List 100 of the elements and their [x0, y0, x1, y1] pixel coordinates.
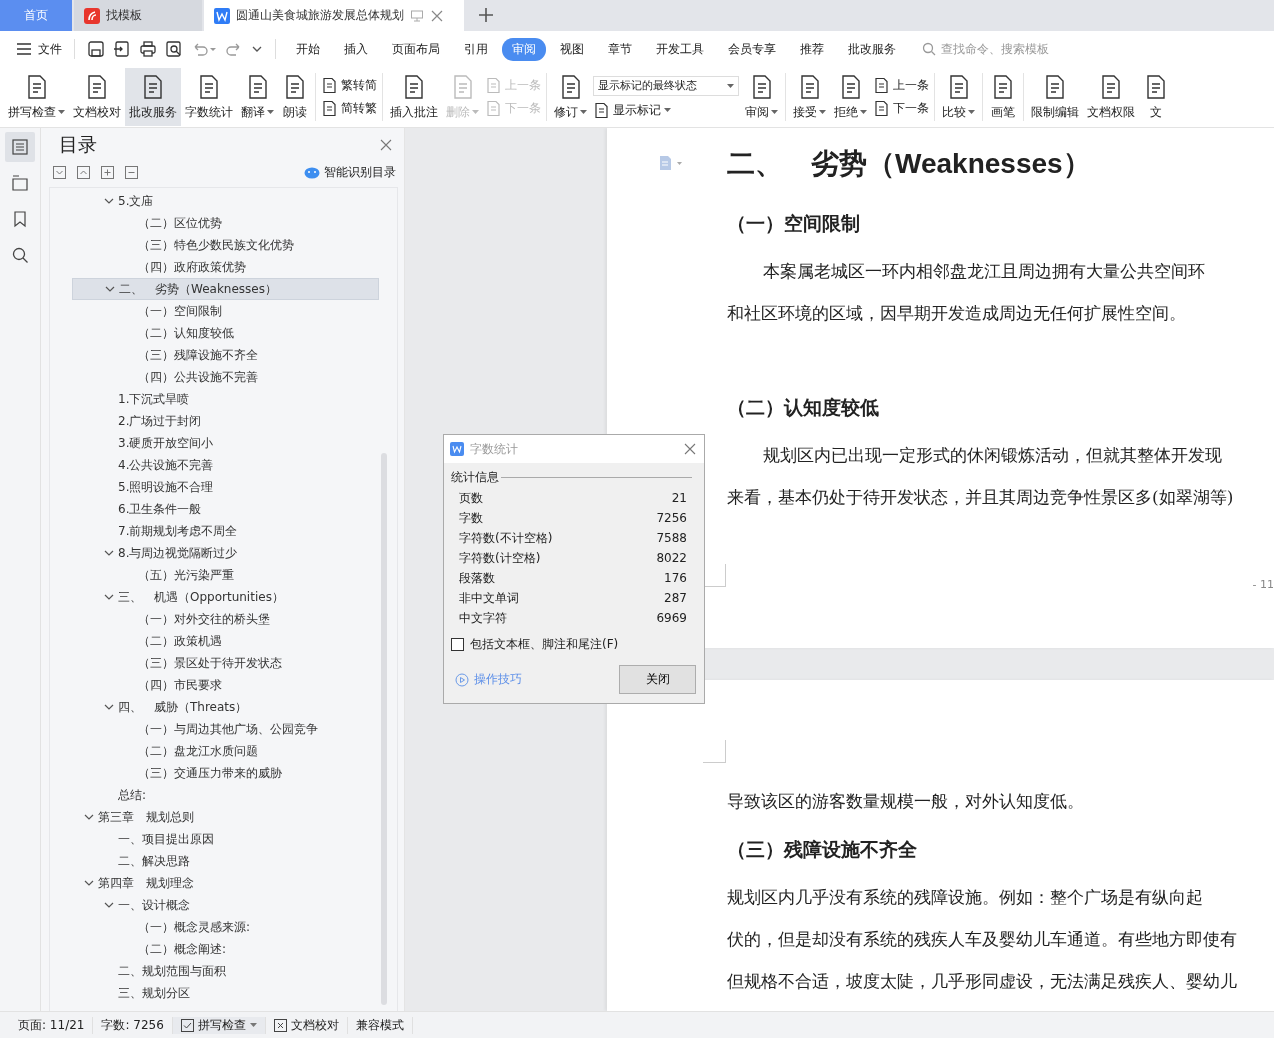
outline-item[interactable]: 5.文庙 [72, 190, 379, 212]
outline-item[interactable]: 三、 机遇（Opportunities） [72, 586, 379, 608]
checkbox-label[interactable]: 包括文本框、脚注和尾注(F) [470, 636, 619, 653]
ribbon-tab[interactable]: 视图 [550, 37, 594, 61]
export-icon[interactable] [113, 40, 131, 58]
outline-item[interactable]: （二）概念阐述: [72, 938, 379, 960]
outline-item[interactable]: 二、解决思路 [72, 850, 379, 872]
ribbon-button[interactable]: 限制编辑 [1027, 68, 1083, 126]
ribbon-button[interactable]: 显示标记 [593, 101, 739, 119]
statistic-value: 8022 [656, 551, 687, 565]
outline-item[interactable]: 2.广场过于封闭 [72, 410, 379, 432]
command-search-field[interactable]: 查找命令、搜索模板 [922, 41, 1093, 57]
ribbon-button[interactable]: 接受 [789, 68, 830, 126]
paragraph-line: 本案属老城区一环内相邻盘龙江且周边拥有大量公共空间环 [762, 260, 1206, 283]
monitor-icon[interactable] [410, 8, 424, 23]
outline-item[interactable]: （三）交通压力带来的威胁 [72, 762, 379, 784]
ribbon-button[interactable]: 翻译 [237, 68, 278, 126]
print-icon[interactable] [139, 40, 157, 58]
spell-check-button[interactable]: 拼写检查 [172, 1016, 266, 1034]
outline-item[interactable]: 二、 劣势（Weaknesses） [72, 278, 379, 300]
ribbon-button[interactable]: 繁转简 [321, 77, 377, 94]
ribbon-button[interactable]: 审阅 [741, 68, 782, 126]
checkbox[interactable] [451, 638, 464, 651]
file-menu-button[interactable]: 文件 [12, 36, 66, 62]
outline-item[interactable]: 第三章 规划总则 [72, 806, 379, 828]
ribbon-tab[interactable]: 批改服务 [838, 37, 906, 61]
outline-item[interactable]: （四）市民要求 [72, 674, 379, 696]
outline-item[interactable]: 总结: [72, 784, 379, 806]
menu-icon [16, 43, 32, 55]
smart-toc-button[interactable]: 智能识别目录 [304, 164, 396, 181]
outline-item[interactable]: 二、规划范围与面积 [72, 960, 379, 982]
outline-item[interactable]: （一）概念灵感来源: [72, 916, 379, 938]
navigation-pane-button[interactable] [5, 132, 35, 162]
ribbon-button[interactable]: 文档权限 [1083, 68, 1139, 126]
outline-item[interactable]: （三）残障设施不齐全 [72, 344, 379, 366]
ribbon-button[interactable]: 拼写检查 [4, 68, 69, 126]
outline-item[interactable]: 8.与周边视觉隔断过少 [72, 542, 379, 564]
ribbon-tab[interactable]: 引用 [454, 37, 498, 61]
outline-item[interactable]: 4.公共设施不完善 [72, 454, 379, 476]
ribbon-button[interactable]: 上一条 [873, 77, 929, 94]
save-icon[interactable] [87, 40, 105, 58]
ribbon-button[interactable]: 文 [1139, 68, 1173, 126]
outline-item[interactable]: 7.前期规划考虑不周全 [72, 520, 379, 542]
ribbon-tab[interactable]: 开始 [286, 37, 330, 61]
outline-item[interactable]: （二）认知度较低 [72, 322, 379, 344]
scrollbar[interactable] [381, 453, 387, 1005]
outline-item[interactable]: 1.下沉式旱喷 [72, 388, 379, 410]
document-tab[interactable]: 圆通山美食城旅游发展总体规划 [204, 0, 464, 31]
close-icon[interactable] [380, 139, 392, 151]
outline-item[interactable]: （一）空间限制 [72, 300, 379, 322]
ribbon-tab[interactable]: 页面布局 [382, 37, 450, 61]
compatibility-mode[interactable]: 兼容模式 [347, 1016, 413, 1034]
ribbon-tab[interactable]: 章节 [598, 37, 642, 61]
outline-item[interactable]: （二）盘龙江水质问题 [72, 740, 379, 762]
outline-item[interactable]: （五）光污染严重 [72, 564, 379, 586]
outline-item[interactable]: （二）政策机遇 [72, 630, 379, 652]
outline-item[interactable]: 6.卫生条件一般 [72, 498, 379, 520]
ribbon-button[interactable]: 修订 [550, 68, 591, 126]
close-icon[interactable] [684, 443, 696, 455]
ribbon-button[interactable]: 拒绝 [830, 68, 871, 126]
ribbon-tab[interactable]: 会员专享 [718, 37, 786, 61]
print-preview-icon[interactable] [165, 40, 183, 58]
word-count[interactable]: 字数: 7256 [93, 1016, 173, 1034]
ribbon-button[interactable]: 简转繁 [321, 100, 377, 117]
collapse-all-icon[interactable] [77, 166, 90, 179]
new-tab-icon[interactable] [478, 7, 494, 23]
outline-item[interactable]: （四）公共设施不完善 [72, 366, 379, 388]
outline-item[interactable]: 三、规划分区 [72, 982, 379, 1004]
close-icon[interactable] [430, 8, 444, 23]
plus-icon[interactable] [101, 166, 114, 179]
outline-item[interactable]: （一）对外交往的桥头堡 [72, 608, 379, 630]
ribbon-tab[interactable]: 插入 [334, 37, 378, 61]
ribbon-button[interactable]: 插入批注 [386, 68, 442, 126]
ribbon-button[interactable]: 比较 [938, 68, 979, 126]
outline-item[interactable]: 第四章 规划理念 [72, 872, 379, 894]
proofread-button[interactable]: 文档校对 [265, 1016, 348, 1034]
ribbon-button[interactable]: 下一条 [873, 100, 929, 117]
outline-item[interactable]: （四）政府政策优势 [72, 256, 379, 278]
ribbon-tab[interactable]: 推荐 [790, 37, 834, 61]
ribbon-button[interactable]: 批改服务 [125, 68, 181, 126]
outline-item[interactable]: 一、设计概念 [72, 894, 379, 916]
outline-item[interactable]: 3.硬质开放空间小 [72, 432, 379, 454]
ribbon-button[interactable]: 朗读 [278, 68, 312, 126]
outline-item[interactable]: （三）景区处于待开发状态 [72, 652, 379, 674]
markup-display-select[interactable]: 显示标记的最终状态 [593, 75, 739, 96]
outline-item[interactable]: 四、 威胁（Threats） [72, 696, 379, 718]
minus-icon[interactable] [125, 166, 138, 179]
ribbon-tab[interactable]: 开发工具 [646, 37, 714, 61]
ribbon-button[interactable]: 字数统计 [181, 68, 237, 126]
outline-item[interactable]: （二）区位优势 [72, 212, 379, 234]
outline-item[interactable]: （三）特色少数民族文化优势 [72, 234, 379, 256]
close-button[interactable]: 关闭 [619, 665, 696, 694]
outline-item[interactable]: 一、项目提出原因 [72, 828, 379, 850]
outline-item[interactable]: 5.照明设施不合理 [72, 476, 379, 498]
ribbon-button[interactable]: 文档校对 [69, 68, 125, 126]
document-tab[interactable]: 找模板 [74, 0, 202, 31]
expand-all-icon[interactable] [53, 166, 66, 179]
ribbon-button[interactable]: 画笔 [986, 68, 1020, 126]
document-icon [321, 77, 338, 94]
outline-item[interactable]: （一）与周边其他广场、公园竞争 [72, 718, 379, 740]
